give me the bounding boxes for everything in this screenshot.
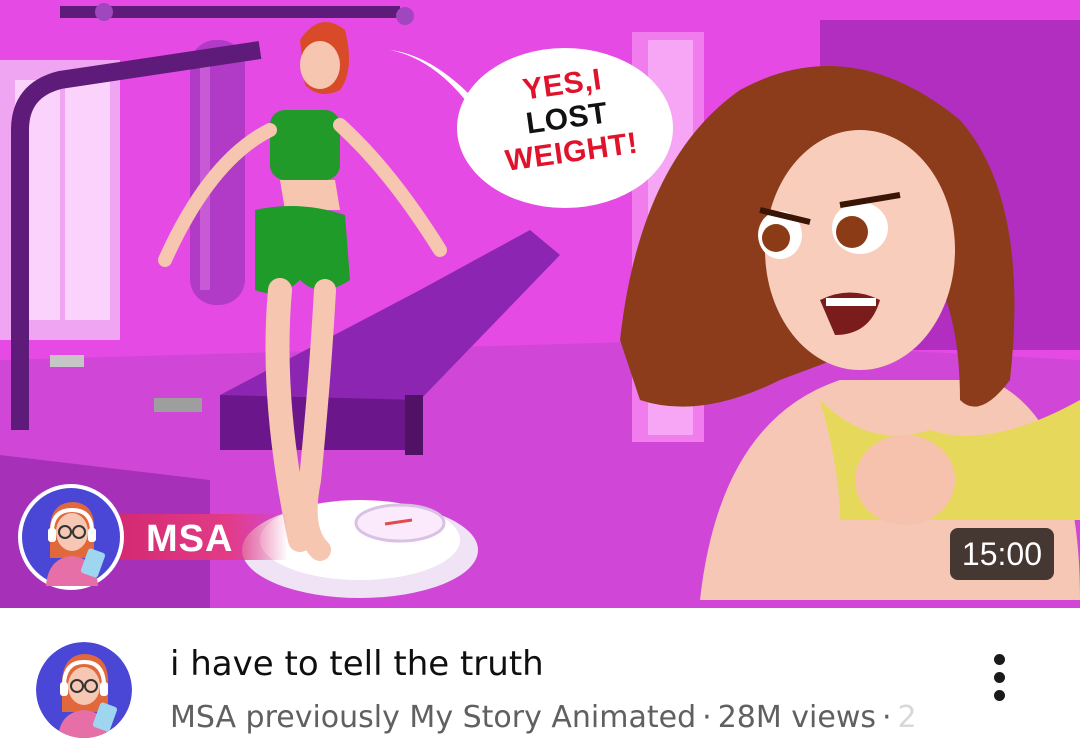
video-metadata: MSA previously My Story Animated · 28M vie… [170,700,930,735]
video-details: i have to tell the truth MSA previously … [0,608,1080,745]
avatar-icon [36,642,132,738]
more-vert-icon [994,690,1005,701]
meta-separator: · [882,700,892,735]
more-options-button[interactable] [980,648,1020,708]
video-card[interactable]: YES,I LOST WEIGHT! MSA 15:00 i have to t… [0,0,1080,745]
upload-age-truncated: 2 [897,700,917,735]
brand-tag-label: MSA [146,518,234,560]
duration-badge: 15:00 [949,528,1054,580]
video-thumbnail[interactable]: YES,I LOST WEIGHT! MSA 15:00 [0,0,1080,608]
view-count: 28M views [717,700,876,735]
channel-avatar[interactable] [36,642,132,738]
more-vert-icon [994,654,1005,665]
video-title[interactable]: i have to tell the truth [170,644,544,684]
meta-separator: · [702,700,712,735]
more-vert-icon [994,672,1005,683]
channel-name[interactable]: MSA previously My Story Animated [170,700,696,735]
brand-logo [18,484,124,590]
brand-logo-icon [22,488,120,586]
